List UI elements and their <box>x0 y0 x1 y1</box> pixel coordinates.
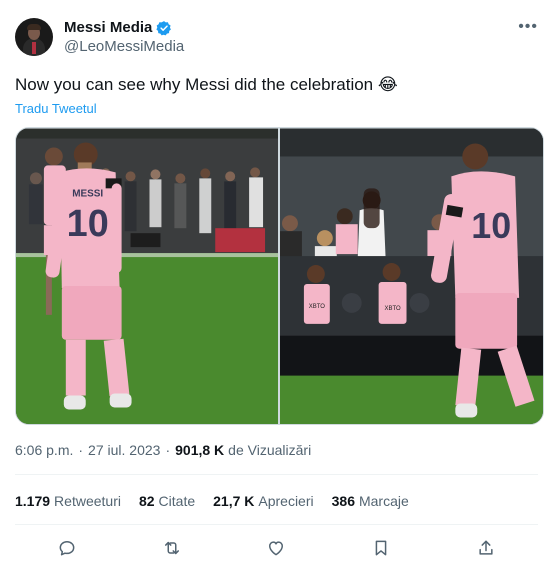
stand-emblem <box>409 292 430 313</box>
meta-separator: · <box>165 442 171 458</box>
retweet-button[interactable] <box>160 536 184 560</box>
divider <box>15 474 538 475</box>
jersey-number-right: 10 <box>471 206 511 246</box>
avatar-tie <box>32 42 36 54</box>
pitch-right <box>280 375 543 424</box>
tweet-header: Messi Media @LeoMessiMedia ••• <box>15 18 538 58</box>
tweet-media: MESSI 10 XBTO XBTO 10 <box>15 127 544 425</box>
tweet-time[interactable]: 6:06 p.m. <box>15 442 73 458</box>
translate-tweet-link[interactable]: Tradu Tweetul <box>15 101 97 116</box>
bookmark-button[interactable] <box>369 536 393 560</box>
author-handle[interactable]: @LeoMessiMedia <box>64 38 184 55</box>
reply-icon <box>59 541 75 556</box>
share-button[interactable] <box>474 536 498 560</box>
bookmarks-stat[interactable]: 386 Marcaje <box>332 493 409 509</box>
like-icon <box>269 541 284 556</box>
like-button[interactable] <box>264 536 288 560</box>
stand-logo-text-2: XBTO <box>384 306 401 312</box>
tweet-meta: 6:06 p.m. · 27 iul. 2023 · 901,8 K de Vi… <box>15 442 311 458</box>
bookmarks-label: Marcaje <box>358 493 409 509</box>
tweet-actions <box>15 536 538 560</box>
jersey-name: MESSI <box>72 188 103 199</box>
red-cooler <box>215 228 266 253</box>
retweets-label: Retweeturi <box>54 493 121 509</box>
media-photo-right[interactable]: XBTO XBTO 10 <box>280 128 543 425</box>
tweet-stats: 1.179 Retweeturi 82 Citate 21,7 K Aprecieri… <box>15 493 409 509</box>
quotes-stat[interactable]: 82 Citate <box>139 493 195 509</box>
likes-count: 21,7 K <box>213 493 255 509</box>
stand-logo-text-1: XBTO <box>309 304 326 310</box>
reply-button[interactable] <box>55 536 79 560</box>
author-display-name[interactable]: Messi Media <box>64 19 152 36</box>
author-info: Messi Media @LeoMessiMedia <box>64 19 184 55</box>
retweet-icon <box>164 541 179 555</box>
author-name-row: Messi Media <box>64 19 184 36</box>
divider <box>15 524 538 525</box>
bookmark-icon <box>375 540 387 556</box>
pitch <box>16 253 278 424</box>
quotes-label: Citate <box>158 493 196 509</box>
bookmarks-count: 386 <box>331 493 355 509</box>
stand-emblem <box>341 292 362 313</box>
tweet-text: Now you can see why Messi did the celebr… <box>15 75 398 94</box>
likes-label: Aprecieri <box>258 493 314 509</box>
views-count: 901,8 K <box>175 442 225 458</box>
more-options-icon[interactable]: ••• <box>518 19 538 35</box>
avatar[interactable] <box>15 18 53 56</box>
quotes-count: 82 <box>138 493 155 509</box>
likes-stat[interactable]: 21,7 K Aprecieri <box>213 493 314 509</box>
share-icon <box>479 540 493 555</box>
retweets-count: 1.179 <box>15 493 51 509</box>
verified-badge-icon <box>156 20 172 35</box>
meta-separator: · <box>78 442 84 458</box>
retweets-stat[interactable]: 1.179 Retweeturi <box>15 493 121 509</box>
views-label: de Vizualizări <box>228 442 312 458</box>
tweet-date[interactable]: 27 iul. 2023 <box>88 442 160 458</box>
jersey-number-left: 10 <box>67 203 109 245</box>
avatar-hair <box>27 24 41 30</box>
media-photo-left[interactable]: MESSI 10 <box>16 128 278 425</box>
